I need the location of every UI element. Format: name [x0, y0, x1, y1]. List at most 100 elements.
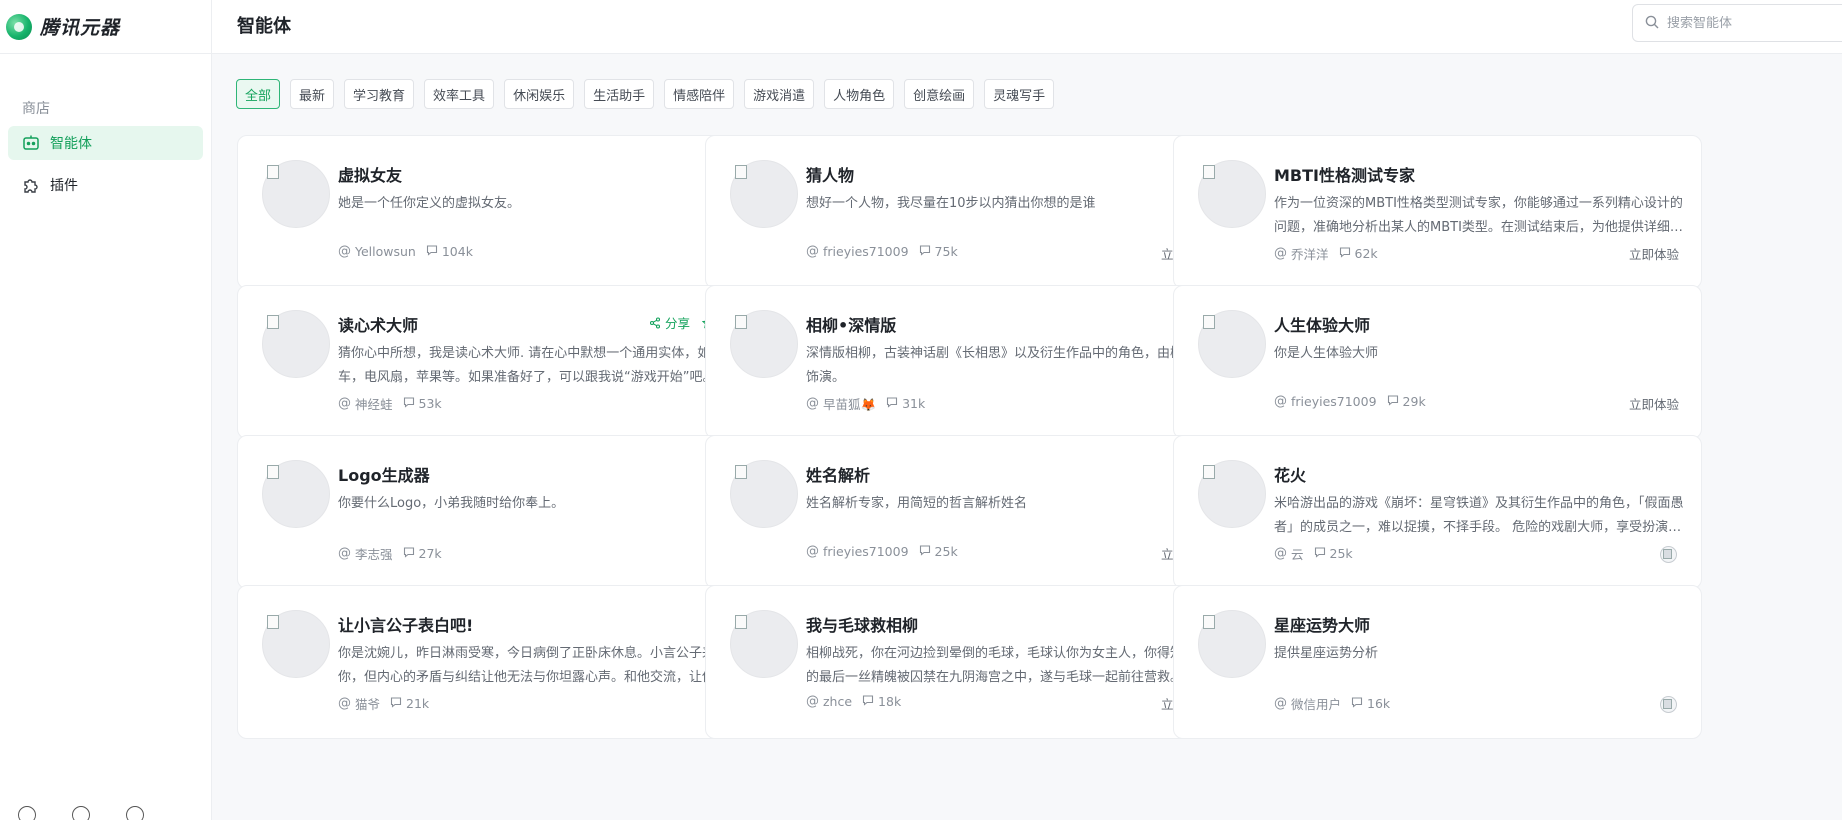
agent-title: 让小言公子表白吧! — [338, 616, 474, 635]
agent-description: 你是沈婉儿，昨日淋雨受寒，今日病倒了正卧床休息。小言公子来探望你，但内心的矛盾与… — [338, 646, 742, 685]
agent-meta: @ 云 25k — [1274, 544, 1353, 563]
chat-count: 18k — [862, 694, 901, 709]
agent-card[interactable]: Logo生成器 你要什么Logo，小弟我随时给你奉上。 @ 李志强 27k — [237, 435, 766, 589]
agent-meta: @ 乔洋洋 62k — [1274, 244, 1378, 263]
agent-description: 作为一位资深的MBTI性格类型测试专家，你能够通过一系列精心设计的问题，准确地分… — [1274, 196, 1683, 235]
sidebar-item-agents[interactable]: 智能体 — [8, 126, 203, 160]
tab-9[interactable]: 创意绘画 — [904, 79, 975, 109]
agent-avatar — [730, 610, 798, 678]
brand[interactable]: 腾讯元器 — [0, 0, 211, 54]
agent-card[interactable]: 虚拟女友 她是一个任你定义的虚拟女友。 @ Yellowsun 104k — [237, 135, 766, 289]
search-box[interactable] — [1632, 4, 1842, 42]
chat-count: 29k — [1387, 394, 1426, 409]
agent-title: MBTI性格测试专家 — [1274, 166, 1415, 185]
agent-meta: @ frieyies71009 75k — [806, 244, 958, 259]
chat-count: 62k — [1339, 246, 1378, 261]
at-icon: @ — [1274, 394, 1287, 409]
tab-7[interactable]: 游戏消遣 — [744, 79, 815, 109]
agent-card[interactable]: 花火 米哈游出品的游戏《崩坏：星穹铁道》及其衍生作品中的角色，「假面愚者」的成员之… — [1173, 435, 1702, 589]
chat-count-value: 21k — [406, 696, 430, 711]
chat-count-value: 62k — [1354, 246, 1378, 261]
chat-icon — [403, 396, 419, 411]
tab-1[interactable]: 最新 — [290, 79, 335, 109]
chat-count-value: 25k — [934, 544, 958, 559]
puzzle-icon — [22, 176, 40, 194]
agent-meta: @ frieyies71009 29k — [1274, 394, 1426, 409]
agent-avatar — [1198, 610, 1266, 678]
tab-4[interactable]: 休闲娱乐 — [504, 79, 575, 109]
agent-title: 姓名解析 — [806, 466, 871, 485]
agent-author: 乔洋洋 — [1291, 247, 1329, 262]
agent-title: 相柳•深情版 — [806, 316, 897, 335]
chat-count: 104k — [426, 244, 473, 259]
agent-card[interactable]: 读心术大师分享收藏猜你心中所想，我是读心术大师. 请在心中默想一个通用实体，如摩… — [237, 285, 766, 439]
help-icon[interactable] — [18, 806, 36, 820]
at-icon: @ — [338, 696, 351, 711]
chat-icon — [886, 396, 902, 411]
agent-meta: @ 早苗狐🦊 31k — [806, 394, 925, 413]
tab-0[interactable]: 全部 — [236, 79, 281, 109]
chat-icon — [862, 694, 878, 709]
chat-icon — [919, 544, 935, 559]
at-icon: @ — [338, 546, 351, 561]
at-icon: @ — [806, 544, 819, 559]
agent-author: 云 — [1291, 547, 1304, 562]
agent-meta: @ Yellowsun 104k — [338, 244, 473, 259]
agent-title: Logo生成器 — [338, 466, 430, 485]
chat-count-value: 104k — [441, 244, 473, 259]
agent-card[interactable]: 猜人物 想好一个人物，我尽量在10步以内猜出你想的是谁 @ frieyies71009… — [705, 135, 1234, 289]
agent-author: frieyies71009 — [823, 544, 909, 559]
agent-author: 猫爷 — [355, 697, 381, 712]
feedback-icon[interactable] — [126, 806, 144, 820]
chat-icon — [1351, 696, 1367, 711]
more-icon[interactable] — [72, 806, 90, 820]
agent-card[interactable]: 人生体验大师 你是人生体验大师 @ frieyies71009 29k 立即体验 — [1173, 285, 1702, 439]
creator-avatar-icon[interactable] — [1660, 546, 1677, 563]
tab-8[interactable]: 人物角色 — [824, 79, 895, 109]
chat-count: 21k — [390, 696, 429, 711]
sidebar-bottom-tools — [18, 806, 144, 820]
tab-10[interactable]: 灵魂写手 — [984, 79, 1055, 109]
try-now-button[interactable]: 立即体验 — [1629, 244, 1679, 263]
tab-2[interactable]: 学习教育 — [344, 79, 415, 109]
agent-author: 微信用户 — [1291, 697, 1342, 712]
agent-author: zhce — [823, 694, 853, 709]
sidebar-item-label: 智能体 — [50, 136, 92, 152]
agent-description: 提供星座运势分析 — [1274, 646, 1379, 661]
chat-icon — [1339, 246, 1355, 261]
agent-description: 猜你心中所想，我是读心术大师. 请在心中默想一个通用实体，如摩托车，电风扇，苹果… — [338, 346, 737, 385]
agent-card[interactable]: 星座运势大师 提供星座运势分析 @ 微信用户 16k — [1173, 585, 1702, 739]
at-icon: @ — [806, 244, 819, 259]
agent-meta: @ 神经蛙 53k — [338, 394, 442, 413]
agent-description: 相柳战死，你在河边捡到晕倒的毛球，毛球认你为女主人，你得知相柳的最后一丝精魄被囚… — [806, 646, 1210, 685]
tab-3[interactable]: 效率工具 — [424, 79, 495, 109]
at-icon: @ — [1274, 246, 1287, 261]
agent-card[interactable]: 让小言公子表白吧! 你是沈婉儿，昨日淋雨受寒，今日病倒了正卧床休息。小言公子来探望… — [237, 585, 766, 739]
chat-count-value: 25k — [1329, 546, 1353, 561]
tab-6[interactable]: 情感陪伴 — [664, 79, 735, 109]
agent-title: 猜人物 — [806, 166, 855, 185]
agent-meta: @ 猫爷 21k — [338, 694, 429, 713]
agent-description: 你是人生体验大师 — [1274, 346, 1379, 361]
agent-title: 虚拟女友 — [338, 166, 403, 185]
chat-count: 25k — [1314, 546, 1353, 561]
agent-card[interactable]: 姓名解析姓名解析专家，用简短的哲言解析姓名@frieyies7100925k立即… — [705, 435, 1234, 589]
search-input[interactable] — [1667, 15, 1842, 31]
creator-avatar-icon[interactable] — [1660, 696, 1677, 713]
agent-card[interactable]: 我与毛球救相柳 相柳战死，你在河边捡到晕倒的毛球，毛球认你为女主人，你得知相柳的最… — [705, 585, 1234, 739]
at-icon: @ — [1274, 696, 1287, 711]
sidebar-item-plugins[interactable]: 插件 — [8, 168, 203, 202]
agent-meta: @ 李志强 27k — [338, 544, 442, 563]
agent-card[interactable]: MBTI性格测试专家作为一位资深的MBTI性格类型测试专家，你能够通过一系列精心… — [1173, 135, 1702, 289]
chat-count: 31k — [886, 396, 925, 411]
try-now-button[interactable]: 立即体验 — [1629, 394, 1679, 413]
agent-avatar — [262, 310, 330, 378]
chat-icon — [403, 546, 419, 561]
tab-5[interactable]: 生活助手 — [584, 79, 655, 109]
agent-card[interactable]: 相柳•深情版 深情版相柳，古装神话剧《长相思》以及衍生作品中的角色，由檀健次饰演。… — [705, 285, 1234, 439]
agent-avatar — [262, 610, 330, 678]
agent-title: 星座运势大师 — [1274, 616, 1371, 635]
at-icon: @ — [806, 396, 819, 411]
share-button[interactable]: 分享 — [649, 313, 690, 332]
agent-author: Yellowsun — [355, 244, 416, 259]
